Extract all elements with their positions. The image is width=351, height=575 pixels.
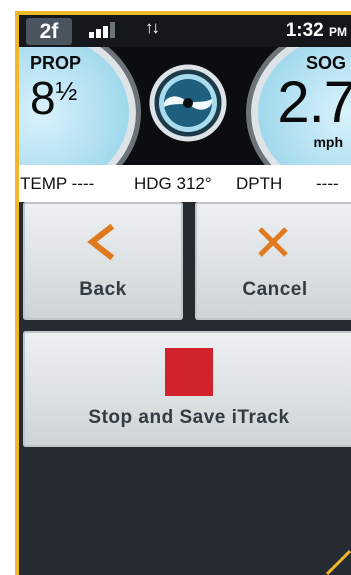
temp-readout: TEMP ---- (20, 174, 95, 193)
clock-suffix: PM (329, 25, 347, 39)
x-icon (258, 227, 288, 257)
device-screen: 2f ↑↓ 1:32 PM PROP 8½ SOG 2.7 mph TEMP -… (19, 15, 351, 575)
status-bar: 2f ↑↓ 1:32 PM (19, 15, 351, 47)
data-transfer-arrows-icon: ↑↓ (145, 18, 160, 37)
sog-unit: mph (313, 134, 343, 150)
back-button[interactable]: Back (23, 202, 183, 320)
page-badge[interactable]: 2f (26, 18, 72, 45)
chevron-left-icon (87, 224, 115, 260)
back-button-label: Back (79, 279, 127, 300)
gauge-panel: PROP 8½ SOG 2.7 mph (19, 47, 351, 165)
depth-value: ---- (316, 174, 339, 193)
depth-label: DPTH (236, 174, 283, 193)
clock-time: 1:32 (285, 20, 324, 41)
signal-bars-icon (89, 22, 121, 38)
clock: 1:32 PM (286, 20, 347, 42)
corner-resize-icon (325, 549, 351, 575)
info-bar: TEMP ---- HDG 312° DPTH ---- (19, 165, 351, 202)
cancel-button-label: Cancel (242, 279, 308, 300)
sog-value: 2.7 (277, 70, 351, 135)
heading-readout: HDG 312° (134, 174, 212, 193)
cancel-button[interactable]: Cancel (195, 202, 351, 320)
prop-value: 8½ (30, 71, 77, 125)
stop-and-save-itrack-button[interactable]: Stop and Save iTrack (23, 331, 351, 447)
prop-value-whole: 8 (30, 72, 56, 124)
propeller-icon[interactable] (148, 63, 228, 143)
prop-value-fraction: ½ (55, 76, 78, 106)
stop-and-save-label: Stop and Save iTrack (88, 407, 290, 428)
stop-square-icon (165, 348, 213, 396)
